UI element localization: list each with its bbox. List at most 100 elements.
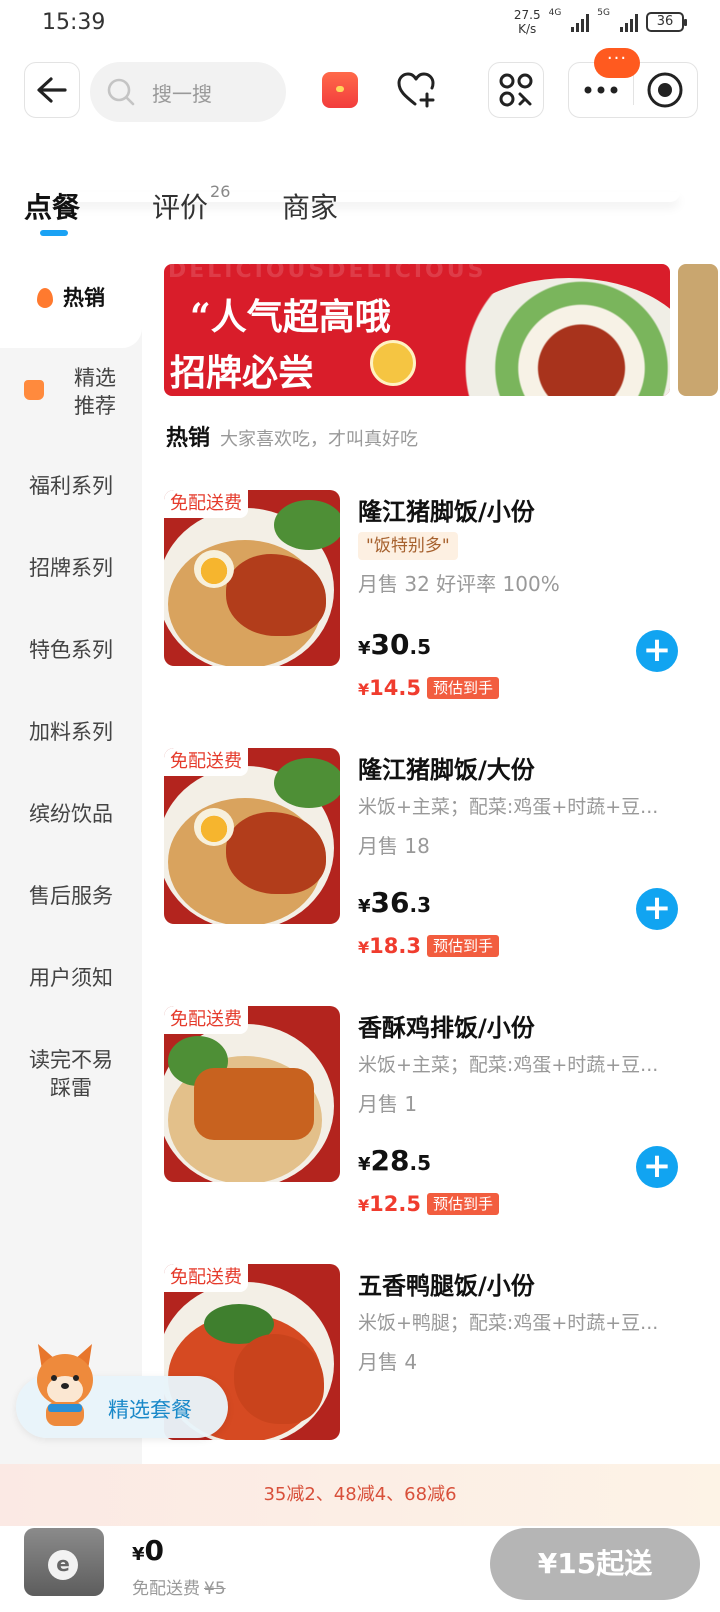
favorite-add-icon[interactable] <box>395 70 439 110</box>
checkout-button[interactable]: ¥15起送 <box>490 1528 700 1600</box>
network-speed: 27.5 K/s <box>514 8 541 36</box>
tab-order[interactable]: 点餐 <box>24 186 80 226</box>
thumbs-up-icon <box>24 380 44 400</box>
sidebar-item-after-sales[interactable]: 售后服务 <box>0 882 142 910</box>
sidebar-item-addons[interactable]: 加料系列 <box>0 718 142 746</box>
sidebar-item-hot-row: 热销 <box>0 284 142 312</box>
menu-item[interactable]: 免配送费 香酥鸡排饭/小份 米饭+主菜；配菜:鸡蛋+时蔬+豆... 月售 1 ¥… <box>162 1006 720 1216</box>
greens-shape <box>274 758 340 808</box>
signal-2-label: 5G <box>597 8 610 18</box>
item-description: 米饭+主菜；配菜:鸡蛋+时蔬+豆... <box>358 1054 659 1076</box>
search-box[interactable]: 搜一搜 <box>90 62 286 122</box>
banner-background-text: DELICIOUSDELICIOUS <box>168 264 487 283</box>
sidebar-item-label: 热销 <box>63 286 105 310</box>
back-button[interactable] <box>24 62 80 118</box>
menu-content: DELICIOUSDELICIOUS “人气超高哦 招牌必尝 热销 大家喜欢吃，才… <box>162 256 720 1466</box>
sidebar-item-special[interactable]: 特色系列 <box>0 636 142 664</box>
sidebar-item-welfare[interactable]: 福利系列 <box>0 472 142 500</box>
sidebar-item-label: 推荐 <box>74 394 116 418</box>
estimated-label: 预估到手 <box>426 677 499 699</box>
combo-meal-button[interactable]: 精选套餐 <box>16 1344 228 1438</box>
add-to-cart-button[interactable]: + <box>636 630 678 672</box>
store-page: 15:39 27.5 K/s 4G 5G 36 搜一搜 ··· 点餐 评价 26… <box>0 0 720 1612</box>
signal-1-icon <box>571 12 590 32</box>
battery-icon: 36 <box>646 12 687 32</box>
sidebar-item-signature[interactable]: 招牌系列 <box>0 554 142 582</box>
estimated-price-value: 18.3 <box>369 934 421 958</box>
next-banner-peek[interactable] <box>678 264 718 396</box>
store-tabs: 点餐 评价 26 商家 <box>0 182 720 246</box>
price-integer: 28 <box>370 1144 410 1177</box>
estimated-price-row: ¥12.5 预估到手 <box>358 1192 499 1216</box>
combo-meal-label: 精选套餐 <box>108 1398 192 1422</box>
sidebar-item-drinks[interactable]: 缤纷饮品 <box>0 800 142 828</box>
item-description: 米饭+鸭腿；配菜:鸡蛋+时蔬+豆... <box>358 1312 659 1334</box>
sidebar-item-hot[interactable]: 热销 <box>0 256 142 348</box>
item-price: ¥30.5 <box>358 628 431 661</box>
item-name: 香酥鸡排饭/小份 <box>358 1014 535 1042</box>
top-nav: 搜一搜 ··· <box>0 48 720 138</box>
item-sales: 月售 4 <box>358 1350 418 1374</box>
currency-symbol: ¥ <box>358 896 371 917</box>
category-sidebar: 热销 精选 推荐 福利系列 招牌系列 特色系列 加料系列 缤纷饮品 售后服务 用… <box>0 256 142 1466</box>
estimated-price-row: ¥18.3 预估到手 <box>358 934 499 958</box>
delivery-fee-original: ¥5 <box>204 1579 226 1599</box>
status-bar: 15:39 27.5 K/s 4G 5G 36 <box>0 0 720 52</box>
item-image: 免配送费 <box>164 490 340 666</box>
plus-icon: + <box>642 888 672 928</box>
sidebar-item-must-read[interactable]: 读完不易 踩雷 <box>0 1046 142 1108</box>
tab-review-label: 评价 <box>152 191 209 224</box>
price-integer: 30 <box>370 628 410 661</box>
active-tab-indicator <box>40 230 68 236</box>
delivery-fee-label: 免配送费 <box>132 1579 200 1599</box>
egg-shape <box>194 550 234 588</box>
menu-item[interactable]: 免配送费 隆江猪脚饭/小份 "饭特别多" 月售 32 好评率 100% ¥30.… <box>162 490 720 700</box>
sidebar-item-label: 精选 <box>74 366 116 390</box>
item-sales: 月售 18 <box>358 834 430 858</box>
add-to-cart-button[interactable]: + <box>636 888 678 930</box>
menu-item[interactable]: 免配送费 五香鸭腿饭/小份 米饭+鸭腿；配菜:鸡蛋+时蔬+豆... 月售 4 <box>162 1264 720 1464</box>
tab-review[interactable]: 评价 26 <box>152 182 230 226</box>
status-time: 15:39 <box>42 10 106 35</box>
discount-promo-strip[interactable]: 35减2、48减4、68减6 <box>0 1464 720 1526</box>
sidebar-item-featured[interactable]: 精选 推荐 <box>0 356 142 426</box>
qr-code-icon <box>499 73 533 107</box>
currency-symbol: ¥ <box>358 1154 371 1175</box>
banner-title: “人气超高哦 <box>190 296 391 338</box>
item-name: 隆江猪脚饭/大份 <box>358 756 535 784</box>
promo-banner[interactable]: DELICIOUSDELICIOUS “人气超高哦 招牌必尝 <box>164 264 670 396</box>
item-name: 五香鸭腿饭/小份 <box>358 1272 535 1300</box>
close-mini-program-button[interactable] <box>634 63 698 117</box>
item-sales: 月售 1 <box>358 1092 418 1116</box>
network-speed-value: 27.5 <box>513 8 541 22</box>
currency-symbol: ¥ <box>358 638 371 659</box>
review-count: 26 <box>210 182 231 201</box>
section-subtitle: 大家喜欢吃，才叫真好吃 <box>220 429 419 450</box>
red-packet-icon[interactable] <box>322 72 358 108</box>
search-placeholder: 搜一搜 <box>152 81 212 106</box>
free-delivery-tag: 免配送费 <box>164 748 248 776</box>
chicken-cutlet-shape <box>194 1068 314 1140</box>
item-price: ¥28.5 <box>358 1144 431 1177</box>
section-header: 热销 大家喜欢吃，才叫真好吃 <box>166 420 418 452</box>
tab-merchant[interactable]: 商家 <box>282 186 338 226</box>
egg-shape <box>194 808 234 846</box>
network-speed-unit: K/s <box>518 22 537 36</box>
cart-icon[interactable] <box>24 1528 104 1596</box>
currency-symbol: ¥ <box>132 1544 145 1565</box>
scan-code-button[interactable] <box>488 62 544 118</box>
target-circle-icon <box>647 72 683 108</box>
estimated-price: ¥14.5 <box>358 676 421 700</box>
add-to-cart-button[interactable]: + <box>636 1146 678 1188</box>
sidebar-item-notice[interactable]: 用户须知 <box>0 964 142 992</box>
section-title: 热销 <box>166 426 211 451</box>
estimated-label: 预估到手 <box>426 1193 499 1215</box>
signal-2-icon <box>620 12 638 32</box>
menu-item[interactable]: 免配送费 隆江猪脚饭/大份 米饭+主菜；配菜:鸡蛋+时蔬+豆... 月售 18 … <box>162 748 720 958</box>
price-decimal: .5 <box>409 1151 432 1175</box>
cart-bar: ¥0 免配送费¥5 ¥15起送 <box>0 1526 720 1612</box>
currency-symbol: ¥ <box>358 1196 370 1215</box>
sidebar-item-label: 踩雷 <box>50 1076 92 1100</box>
banner-food-image <box>444 278 670 396</box>
shiba-mascot-icon <box>37 1344 93 1426</box>
